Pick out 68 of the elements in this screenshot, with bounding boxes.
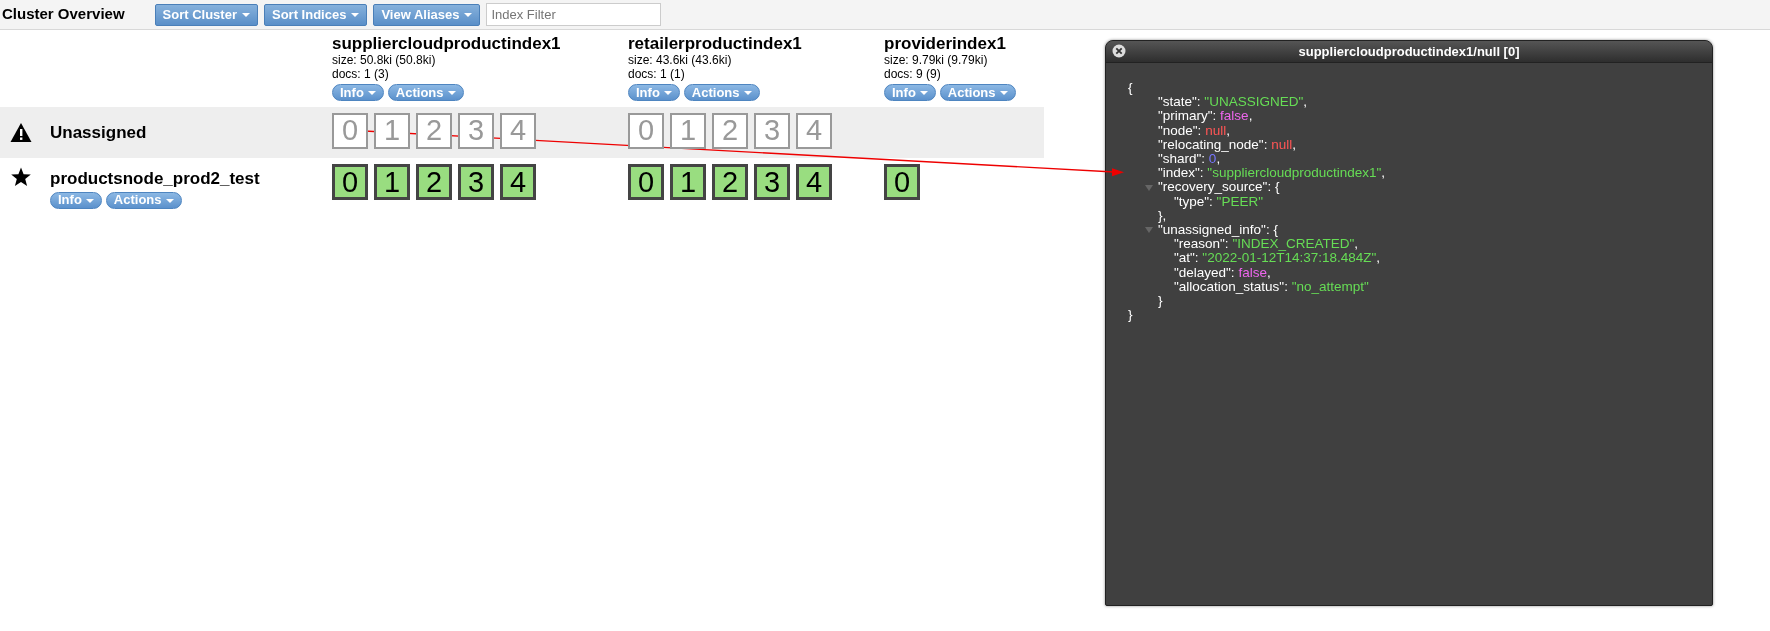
json-line: "allocation_status": "no_attempt" <box>1174 279 1369 295</box>
dropdown-button[interactable]: Actions <box>939 84 1016 101</box>
shard-box[interactable]: 0 <box>884 164 920 200</box>
shard-box[interactable]: 3 <box>458 113 494 149</box>
json-line: "relocating_node": null, <box>1158 137 1296 152</box>
json-brace: } <box>1158 294 1163 309</box>
shard-box[interactable]: 1 <box>374 164 410 200</box>
json-line: "delayed": false, <box>1174 265 1271 280</box>
shard-box[interactable]: 4 <box>796 164 832 200</box>
json-line: "unassigned_info": { <box>1158 223 1278 238</box>
index-name: retailerproductindex1 <box>628 34 803 53</box>
index-docs: docs: 1 (1) <box>628 67 686 81</box>
index-name: suppliercloudproductindex1 <box>332 34 562 53</box>
shard-box[interactable]: 2 <box>416 113 452 149</box>
shard-box[interactable]: 2 <box>712 113 748 149</box>
index-docs: docs: 1 (3) <box>332 67 390 81</box>
json-line: "reason": "INDEX_CREATED", <box>1174 237 1358 252</box>
index-name: providerindex1 <box>884 34 1007 53</box>
dialog-title: suppliercloudproductindex1/null [0] <box>1298 42 1520 61</box>
close-icon[interactable] <box>1112 44 1126 58</box>
shard-box[interactable]: 4 <box>500 164 536 200</box>
shard-box[interactable]: 0 <box>332 113 368 149</box>
shard-box[interactable]: 2 <box>712 164 748 200</box>
row-label: Unassigned <box>50 121 147 144</box>
json-brace: }, <box>1158 208 1167 224</box>
dropdown-button[interactable]: Info <box>50 191 102 209</box>
dropdown-button[interactable]: Actions <box>105 191 182 209</box>
shard-box[interactable]: 0 <box>628 113 664 149</box>
index-filter-field[interactable]: Index Filter <box>486 3 662 26</box>
dropdown-button[interactable]: Sort Indices <box>263 3 368 26</box>
shard-box[interactable]: 1 <box>670 164 706 200</box>
json-line: "at": "2022-01-12T14:37:18.484Z", <box>1174 251 1381 266</box>
index-size: size: 9.79ki (9.79ki) <box>884 53 989 67</box>
shard-box[interactable]: 2 <box>416 164 452 200</box>
dropdown-button[interactable]: View Aliases <box>373 3 481 26</box>
collapse-toggle-icon[interactable] <box>1144 226 1154 235</box>
dropdown-button[interactable]: Info <box>628 84 680 101</box>
shard-box[interactable]: 0 <box>628 164 664 200</box>
dropdown-button[interactable]: Sort Cluster <box>154 3 258 26</box>
shard-box[interactable]: 3 <box>458 164 494 200</box>
json-brace: } <box>1128 308 1133 323</box>
json-line: "index": "suppliercloudproductindex1", <box>1158 166 1386 181</box>
json-brace: { <box>1128 81 1133 96</box>
shard-box[interactable]: 1 <box>374 113 410 149</box>
dropdown-button[interactable]: Info <box>332 84 384 101</box>
shard-box[interactable]: 3 <box>754 113 790 149</box>
index-docs: docs: 9 (9) <box>884 67 942 81</box>
shard-box[interactable]: 3 <box>754 164 790 200</box>
dropdown-button[interactable]: Actions <box>683 84 760 101</box>
index-size: size: 50.8ki (50.8ki) <box>332 53 437 67</box>
shard-box[interactable]: 1 <box>670 113 706 149</box>
warning-icon <box>10 121 32 144</box>
json-line: "node": null, <box>1158 123 1230 138</box>
shard-box[interactable]: 4 <box>500 113 536 149</box>
star-icon <box>10 166 32 188</box>
dropdown-button[interactable]: Info <box>884 84 936 101</box>
json-line: "state": "UNASSIGNED", <box>1158 95 1307 110</box>
shard-box[interactable]: 0 <box>332 164 368 200</box>
json-line: "primary": false, <box>1158 109 1253 124</box>
index-size: size: 43.6ki (43.6ki) <box>628 53 733 67</box>
dropdown-button[interactable]: Actions <box>387 84 464 101</box>
collapse-toggle-icon[interactable] <box>1144 183 1154 192</box>
node-name: productsnode_prod2_test <box>50 168 260 190</box>
json-line: "shard": 0, <box>1158 152 1221 167</box>
page-title: Cluster Overview <box>2 4 125 25</box>
shard-box[interactable]: 4 <box>796 113 832 149</box>
json-line: "recovery_source": { <box>1158 180 1280 195</box>
json-line: "type": "PEER" <box>1174 194 1263 209</box>
